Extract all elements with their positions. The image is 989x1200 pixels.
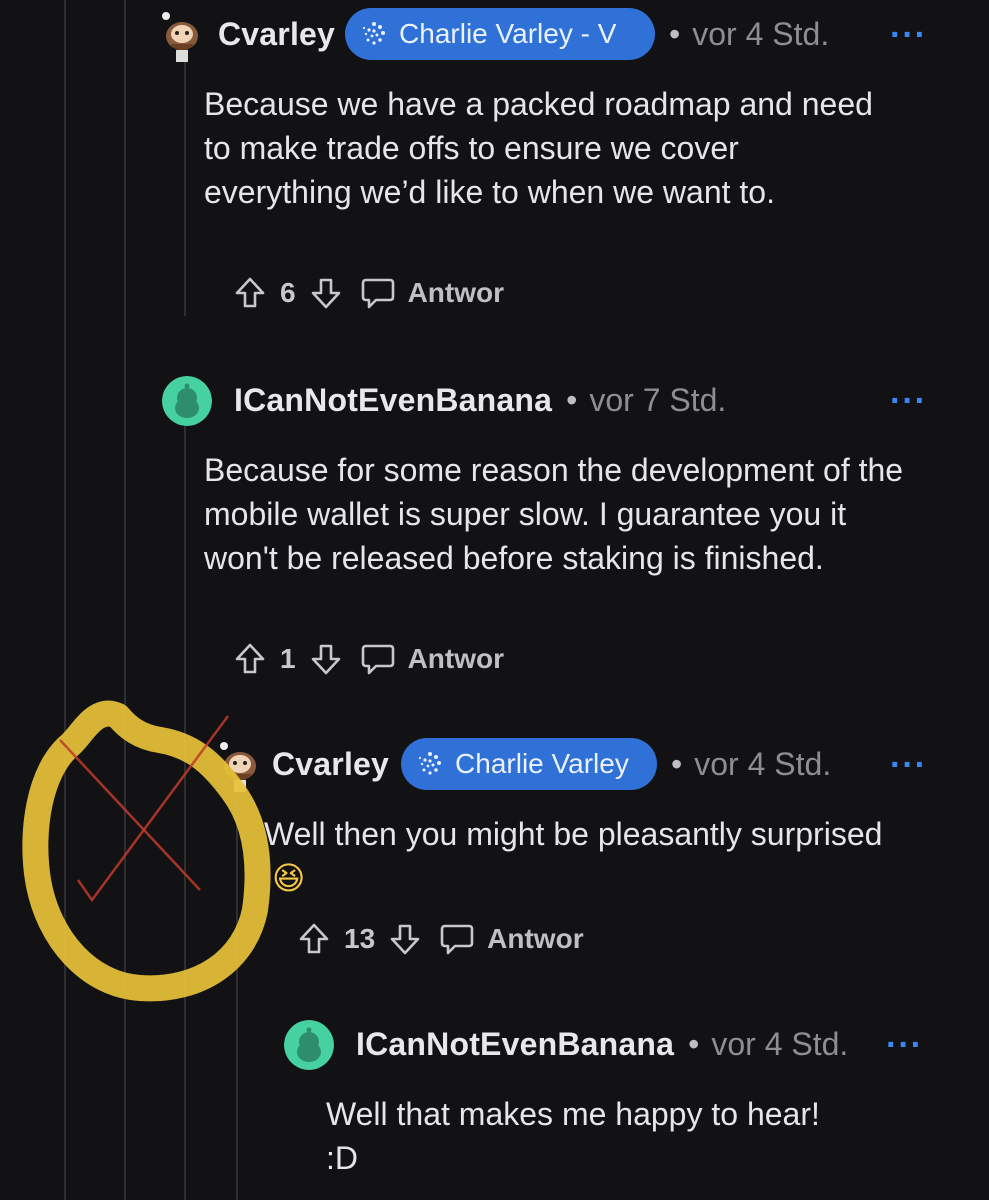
user-avatar[interactable] xyxy=(162,376,212,426)
timestamp: vor 4 Std. xyxy=(694,745,832,782)
upvote-icon[interactable] xyxy=(234,276,266,310)
timestamp: vor 7 Std. xyxy=(589,381,727,418)
reply-icon[interactable] xyxy=(360,276,396,310)
comment-header: ICanNotEvenBanana • vor 4 Std. xyxy=(356,1018,848,1070)
separator-dot: • xyxy=(669,15,681,52)
timestamp: vor 4 Std. xyxy=(711,1025,849,1062)
reply-icon[interactable] xyxy=(439,922,475,956)
separator-dot: • xyxy=(688,1025,700,1062)
more-options-icon[interactable]: ··· xyxy=(886,1026,923,1065)
iota-logo-icon xyxy=(415,749,445,779)
cvarley-avatar-icon xyxy=(220,742,256,792)
flair-text: Charlie Varley xyxy=(455,748,629,779)
downvote-icon[interactable] xyxy=(310,276,342,310)
reply-button[interactable]: Antwor xyxy=(487,923,583,955)
separator-dot: • xyxy=(671,745,683,782)
comment-banana-2: ICanNotEvenBanana • vor 4 Std. ··· Well … xyxy=(0,1010,989,1200)
separator-dot: • xyxy=(566,381,578,418)
vote-count: 1 xyxy=(280,643,296,674)
reply-icon[interactable] xyxy=(360,642,396,676)
comment-banana-1: ICanNotEvenBanana • vor 7 Std. ··· Becau… xyxy=(0,360,989,700)
user-flair: Charlie Varley - V xyxy=(345,8,656,60)
comment-text: Because for some reason the development … xyxy=(204,452,904,576)
user-avatar[interactable] xyxy=(284,1020,334,1070)
reply-button[interactable]: Antwor xyxy=(408,643,504,675)
more-options-icon[interactable]: ··· xyxy=(890,16,927,55)
username[interactable]: ICanNotEvenBanana xyxy=(356,1026,674,1063)
vote-count: 13 xyxy=(344,923,376,954)
username[interactable]: ICanNotEvenBanana xyxy=(234,382,552,419)
reply-button[interactable]: Antwor xyxy=(408,277,504,309)
timestamp: vor 4 Std. xyxy=(692,15,830,52)
comment-header: Cvarley Charlie Varley • vor 4 Std. xyxy=(272,738,831,790)
flair-text: Charlie Varley - V xyxy=(399,18,617,49)
snoo-avatar-icon xyxy=(162,376,212,426)
comment-actions: 13 Antwor xyxy=(298,922,584,956)
vote-count: 6 xyxy=(280,277,296,308)
comment-header: ICanNotEvenBanana • vor 7 Std. xyxy=(234,374,726,426)
user-flair: Charlie Varley xyxy=(401,738,658,790)
username[interactable]: Cvarley xyxy=(218,16,335,53)
upvote-icon[interactable] xyxy=(234,642,266,676)
user-avatar[interactable] xyxy=(216,738,262,794)
cvarley-avatar-icon xyxy=(162,12,198,62)
more-options-icon[interactable]: ··· xyxy=(890,382,927,421)
downvote-icon[interactable] xyxy=(310,642,342,676)
upvote-icon[interactable] xyxy=(298,922,330,956)
comment-actions: 6 Antwor xyxy=(234,276,504,310)
downvote-icon[interactable] xyxy=(389,922,421,956)
comment-text: Because we have a packed roadmap and nee… xyxy=(204,86,873,210)
iota-logo-icon xyxy=(359,19,389,49)
laughing-emoji: 😆 xyxy=(272,859,306,897)
user-avatar[interactable] xyxy=(158,8,204,64)
username[interactable]: Cvarley xyxy=(272,746,389,783)
comment-cvarley-2: Cvarley Charlie Varley • vor 4 Std. ··· … xyxy=(0,730,989,1000)
snoo-avatar-icon xyxy=(284,1020,334,1070)
comment-text: Well then you might be pleasantly surpri… xyxy=(264,812,884,900)
comment-text-content: Well then you might be pleasantly surpri… xyxy=(264,816,883,852)
comment-text: Well that makes me happy to hear! :D xyxy=(326,1092,946,1180)
comment-text-line: Well that makes me happy to hear! xyxy=(326,1096,820,1132)
comment-actions: 1 Antwor xyxy=(234,642,504,676)
more-options-icon[interactable]: ··· xyxy=(890,746,927,785)
comment-text-line: :D xyxy=(326,1140,358,1176)
comment-header: Cvarley Charlie Varley - V • vor 4 Std. xyxy=(218,8,829,60)
comment-cvarley-1: Cvarley Charlie Varley - V • vor 4 Std. … xyxy=(0,0,989,320)
